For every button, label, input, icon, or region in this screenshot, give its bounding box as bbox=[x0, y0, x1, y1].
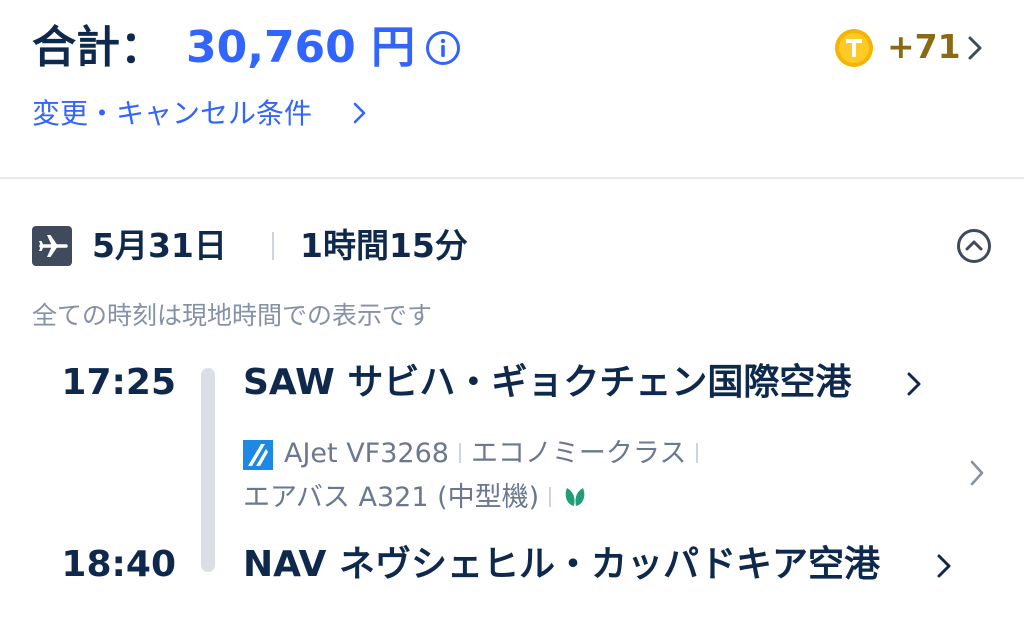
chevron-right-icon[interactable] bbox=[904, 370, 924, 398]
arrival-airport[interactable]: NAV ネヴシェヒル・カッパドキア空港 bbox=[243, 540, 880, 590]
chevron-right-icon[interactable] bbox=[964, 34, 986, 62]
flight-duration: 1時間15分 bbox=[300, 226, 468, 265]
chevron-right-icon[interactable] bbox=[350, 100, 370, 126]
ajet-logo-icon bbox=[243, 440, 273, 470]
flight-date: 5月31日 bbox=[92, 226, 227, 265]
aircraft-info-line: エアバス A321 (中型機) bbox=[243, 478, 589, 518]
leaf-icon bbox=[561, 482, 589, 510]
departure-airport[interactable]: SAW サビハ・ギョクチェン国際空港 bbox=[243, 358, 851, 408]
cancellation-policy-link[interactable]: 変更・キャンセル条件 bbox=[32, 92, 312, 136]
total-price: 30,760 円 bbox=[186, 22, 416, 73]
plane-icon bbox=[32, 226, 72, 266]
timezone-note: 全ての時刻は現地時間での表示です bbox=[32, 301, 433, 330]
divider bbox=[458, 442, 461, 463]
info-icon[interactable] bbox=[425, 30, 461, 66]
divider bbox=[272, 232, 274, 260]
airline-flight-number: AJet VF3268 bbox=[284, 438, 449, 469]
chevron-up-circle-icon[interactable] bbox=[956, 228, 992, 264]
flight-info-line: AJet VF3268 エコノミークラス bbox=[284, 434, 708, 474]
divider bbox=[549, 486, 552, 507]
aircraft-type: エアバス A321 (中型機) bbox=[243, 482, 540, 513]
departure-time: 17:25 bbox=[61, 362, 176, 403]
timeline-bar bbox=[201, 368, 215, 572]
points-value[interactable]: +71 bbox=[887, 22, 961, 72]
cabin-class: エコノミークラス bbox=[470, 438, 687, 469]
total-label: 合計： bbox=[32, 22, 164, 73]
chevron-right-icon[interactable] bbox=[966, 458, 988, 488]
arrival-time: 18:40 bbox=[61, 544, 176, 585]
coin-icon[interactable] bbox=[834, 28, 874, 68]
divider bbox=[0, 177, 1024, 179]
divider bbox=[696, 442, 699, 463]
chevron-right-icon[interactable] bbox=[934, 552, 954, 580]
